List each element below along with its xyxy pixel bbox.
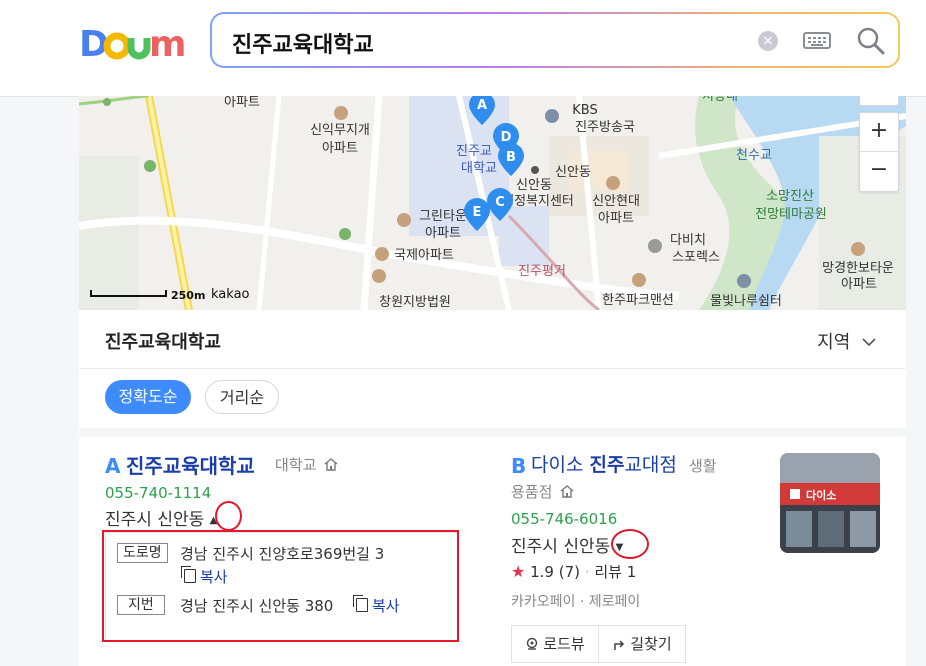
result-panel: 진주교육대학교 지역 정확도순 거리순 A 진주교육대학교 대학교 055-74… xyxy=(79,310,906,666)
clear-icon[interactable]: × xyxy=(758,31,778,51)
search-box[interactable]: 진주교육대학교 × xyxy=(210,12,900,68)
store-sign-text: 다이소 xyxy=(806,488,836,502)
chevron-down-icon xyxy=(862,338,876,347)
highlight-box xyxy=(102,530,459,642)
result-title-link[interactable]: 다이소 진주교대점 생활 xyxy=(531,450,717,477)
phone-number[interactable]: 055-746-6016 xyxy=(511,510,617,528)
result-title-link[interactable]: 진주교육대학교 xyxy=(126,450,255,479)
divider xyxy=(79,368,906,369)
map-label: 아파트 xyxy=(425,226,461,241)
roadview-button[interactable]: 로드뷰 xyxy=(511,625,599,663)
payment-row: 카카오페이 · 제로페이 xyxy=(511,594,641,610)
star-icon: ★ xyxy=(511,562,526,581)
result-category-cont: 용품점 xyxy=(511,481,574,502)
daum-logo-graphic: D m xyxy=(79,24,187,65)
header: D m 진주교육대학교 × xyxy=(0,0,926,97)
location-pin-icon xyxy=(527,637,538,650)
svg-text:B: B xyxy=(506,150,516,165)
kakao-logo: kakao xyxy=(211,287,250,302)
map-label: 아파트 xyxy=(224,96,260,110)
map-canvas[interactable]: 아파트 신익무지개 아파트 KBS 진주방송국 진주교 대학교 신안동 신안동 … xyxy=(79,96,906,310)
highlight-circle xyxy=(215,501,242,531)
result-marker-letter: B xyxy=(511,454,527,478)
map-label: 지방내 xyxy=(702,96,738,104)
map-label: 전망테마공원 xyxy=(755,207,827,222)
scale-label: 250m xyxy=(171,289,205,302)
result-category: 생활 xyxy=(688,457,717,475)
zoom-in-button[interactable]: + xyxy=(860,113,898,152)
map-label: 대학교 xyxy=(461,161,497,176)
map-label: 신안동 xyxy=(555,165,591,180)
svg-text:D: D xyxy=(501,130,512,145)
svg-text:m: m xyxy=(149,24,185,64)
section-separator xyxy=(79,428,906,437)
region-filter[interactable]: 지역 xyxy=(817,328,876,354)
map-label: 진주평거 xyxy=(518,264,566,279)
map-label: 그린타운 xyxy=(419,209,467,224)
map-label: 소망진산 xyxy=(766,189,814,204)
phone-number[interactable]: 055-740-1114 xyxy=(105,484,211,502)
map[interactable]: 아파트 신익무지개 아파트 KBS 진주방송국 진주교 대학교 신안동 신안동 … xyxy=(79,96,906,310)
zoom-out-button[interactable]: − xyxy=(860,152,898,190)
map-label: 물빛나루쉼터 xyxy=(710,294,782,309)
map-label: 신익무지개 xyxy=(310,123,370,138)
home-icon[interactable] xyxy=(560,485,574,498)
map-label: 다비치 xyxy=(670,233,706,248)
map-label: 국제아파트 xyxy=(394,248,454,263)
rating-row: ★ 1.9 (7) · 리뷰 1 xyxy=(511,562,637,581)
svg-text:C: C xyxy=(495,195,505,210)
store-photo: 다이소 xyxy=(780,453,880,553)
search-icon[interactable] xyxy=(856,26,886,56)
home-icon[interactable] xyxy=(324,458,338,471)
result-category: 대학교 xyxy=(275,454,338,475)
sort-accuracy-tab[interactable]: 정확도순 xyxy=(105,380,191,414)
map-label: 망경한보타운 xyxy=(822,261,894,276)
directions-button[interactable]: 길찾기 xyxy=(598,625,686,663)
map-label: 신안동 xyxy=(516,178,552,193)
region-label: 지역 xyxy=(817,332,851,353)
search-input[interactable]: 진주교육대학교 xyxy=(232,27,374,59)
svg-text:E: E xyxy=(473,205,482,220)
sort-distance-tab[interactable]: 거리순 xyxy=(205,380,279,414)
zoom-controls: + − xyxy=(859,112,899,192)
map-label: 천수교 xyxy=(736,148,772,163)
highlight-circle xyxy=(611,529,649,559)
panel-title: 진주교육대학교 xyxy=(105,332,221,353)
map-label: KBS xyxy=(572,103,597,118)
map-label: 스포렉스 xyxy=(672,250,720,265)
short-address: 진주시 신안동 ▲ xyxy=(105,510,218,530)
map-label: 한주파크맨션 xyxy=(602,293,674,308)
map-label: 아파트 xyxy=(322,141,358,156)
result-marker-letter: A xyxy=(105,454,121,478)
store-thumbnail[interactable]: 다이소 xyxy=(780,453,880,553)
fullscreen-icon[interactable] xyxy=(859,96,899,106)
map-label: 창원지방법원 xyxy=(379,295,451,310)
map-label: 진주교 xyxy=(456,144,492,159)
short-address: 진주시 신안동 ▼ xyxy=(511,537,624,557)
map-label: 아파트 xyxy=(841,277,877,292)
svg-text:D: D xyxy=(79,24,107,64)
map-label: 신안현대 xyxy=(592,194,640,209)
svg-text:A: A xyxy=(477,98,487,113)
route-arrow-icon xyxy=(614,640,625,650)
review-link[interactable]: 리뷰 1 xyxy=(594,563,636,581)
keyboard-icon[interactable] xyxy=(803,32,831,49)
map-label: 진주방송국 xyxy=(575,120,635,135)
map-label: 아파트 xyxy=(598,211,634,226)
daum-logo[interactable]: D m xyxy=(79,22,187,73)
